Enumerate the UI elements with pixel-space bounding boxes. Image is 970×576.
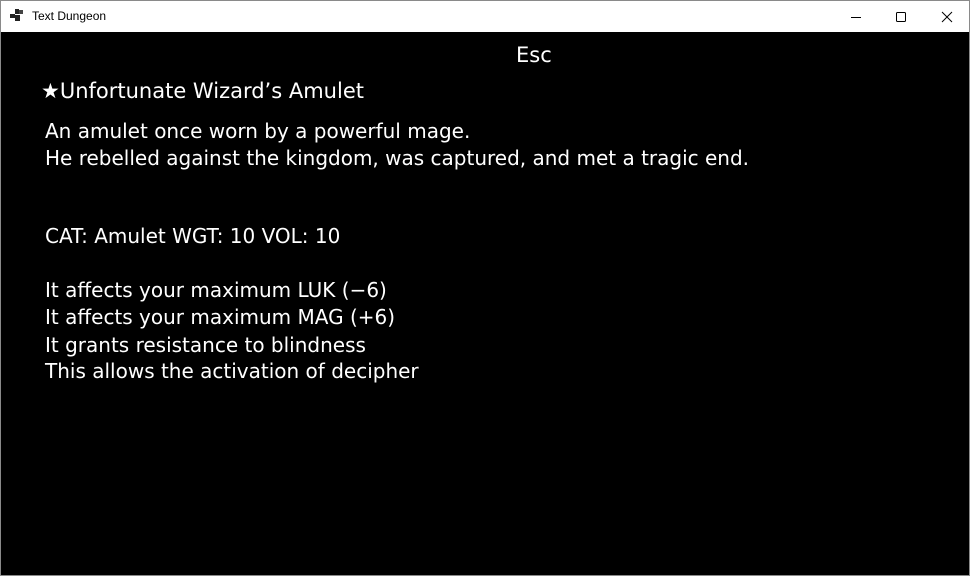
item-effect-line: It affects your maximum MAG (+6): [45, 305, 396, 329]
esc-button[interactable]: Esc: [516, 43, 552, 67]
close-icon: [941, 11, 952, 22]
item-effect-line: This allows the activation of decipher: [45, 359, 419, 383]
item-description-line: He rebelled against the kingdom, was cap…: [45, 146, 750, 170]
item-name: ★Unfortunate Wizard’s Amulet: [41, 79, 364, 103]
item-effect-line: It affects your maximum LUK (−6): [45, 278, 387, 302]
minimize-icon: [850, 16, 861, 18]
maximize-icon: [895, 11, 906, 22]
title-bar[interactable]: Text Dungeon: [1, 1, 969, 32]
app-window: Text Dungeon Esc ★Unfortunate Wizard’s A…: [0, 0, 970, 576]
item-stats: CAT: Amulet WGT: 10 VOL: 10: [45, 224, 341, 248]
close-button[interactable]: [924, 1, 969, 32]
minimize-button[interactable]: [833, 1, 878, 32]
item-description-line: An amulet once worn by a powerful mage.: [45, 119, 471, 143]
item-effect-line: It grants resistance to blindness: [45, 333, 366, 357]
window-app-icon: [10, 9, 23, 21]
maximize-button[interactable]: [878, 1, 923, 32]
game-screen: Esc ★Unfortunate Wizard’s Amulet An amul…: [1, 32, 969, 575]
window-title: Text Dungeon: [32, 9, 107, 23]
